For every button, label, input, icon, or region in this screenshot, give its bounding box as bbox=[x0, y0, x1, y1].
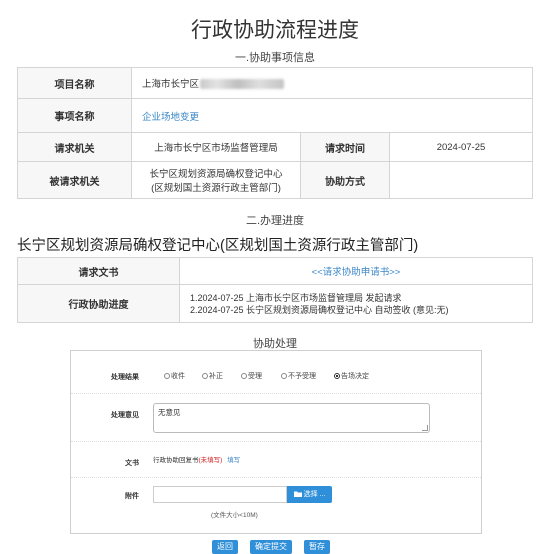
method-label: 协助方式 bbox=[300, 161, 390, 199]
doc-row: 文书 行政协助回复书(未填写) 填写 bbox=[71, 441, 481, 478]
doc-form-label: 文书 bbox=[125, 460, 139, 467]
radio-button[interactable] bbox=[202, 373, 208, 379]
handling-form: 处理结果 收件 补正 受理 不予受理 告场决定 处理意见 无意见 文书 行政协助… bbox=[70, 350, 482, 534]
radio-label: 收件 bbox=[171, 373, 185, 380]
result-label: 处理结果 bbox=[111, 374, 139, 381]
section-title-info: 一.协助事项信息 bbox=[234, 52, 316, 64]
radio-button-selected[interactable] bbox=[334, 373, 340, 379]
requester-label: 请求机关 bbox=[17, 132, 132, 162]
radio-option-2[interactable]: 补正 bbox=[202, 371, 223, 381]
opinion-text: 无意见 bbox=[158, 408, 181, 417]
method-value bbox=[389, 161, 533, 199]
radio-label: 受理 bbox=[248, 373, 262, 380]
attachment-select-label: 选择 ... bbox=[303, 491, 326, 498]
requester-value: 上海市长宁区市场监督管理局 bbox=[131, 132, 301, 162]
doc-fill-link[interactable]: 填写 bbox=[227, 457, 240, 464]
matter-value-link[interactable]: 企业场地变更 bbox=[131, 98, 533, 133]
radio-label: 不予受理 bbox=[288, 373, 316, 380]
radio-label: 告场决定 bbox=[341, 373, 369, 380]
attachment-input[interactable] bbox=[153, 486, 287, 503]
radio-option-3[interactable]: 受理 bbox=[241, 371, 262, 381]
project-text: 上海市长宁区 bbox=[142, 79, 200, 90]
progress-value: 1.2024-07-25 上海市长宁区市场监督管理局 发起请求 2.2024-0… bbox=[179, 284, 533, 323]
requested-value-line2: (区规划国土资源行政主管部门) bbox=[151, 183, 281, 194]
project-label: 项目名称 bbox=[17, 67, 132, 99]
radio-button[interactable] bbox=[164, 373, 170, 379]
confirm-submit-button[interactable]: 确定提交 bbox=[250, 540, 292, 554]
requested-value: 长宁区规划资源局确权登记中心 (区规划国土资源行政主管部门) bbox=[131, 161, 301, 199]
request-time-label: 请求时间 bbox=[300, 132, 390, 162]
attach-label: 附件 bbox=[125, 493, 139, 500]
radio-button[interactable] bbox=[281, 373, 287, 379]
progress-line-1: 1.2024-07-25 上海市长宁区市场监督管理局 发起请求 bbox=[190, 292, 402, 303]
project-value: 上海市长宁区 bbox=[131, 67, 533, 99]
opinion-textarea[interactable]: 无意见 bbox=[153, 403, 430, 433]
section-title-handling: 协助处理 bbox=[253, 338, 297, 350]
section-title-progress: 二.办理进度 bbox=[245, 215, 305, 227]
result-row: 处理结果 收件 补正 受理 不予受理 告场决定 bbox=[71, 351, 481, 394]
radio-option-5[interactable]: 告场决定 bbox=[334, 371, 369, 381]
save-draft-button[interactable]: 暂存 bbox=[304, 540, 330, 554]
requested-value-line1: 长宁区规划资源局确权登记中心 bbox=[149, 169, 283, 180]
doc-name: 行政协助回复书 bbox=[153, 457, 199, 464]
doc-unfilled-badge: (未填写) bbox=[198, 457, 223, 464]
radio-label: 补正 bbox=[209, 373, 223, 380]
matter-label: 事项名称 bbox=[17, 98, 132, 133]
doc-label: 请求文书 bbox=[17, 257, 180, 285]
department-heading: 长宁区规划资源局确权登记中心(区规划国土资源行政主管部门) bbox=[17, 238, 419, 254]
radio-option-4[interactable]: 不予受理 bbox=[281, 371, 316, 381]
back-button[interactable]: 返回 bbox=[212, 540, 238, 554]
request-time-value: 2024-07-25 bbox=[389, 132, 533, 162]
radio-button[interactable] bbox=[241, 373, 247, 379]
resize-grip-icon[interactable] bbox=[422, 425, 428, 431]
progress-line-2: 2.2024-07-25 长宁区规划资源局确权登记中心 自动签收 (意见:无) bbox=[190, 304, 449, 315]
folder-icon bbox=[293, 491, 302, 497]
doc-status: 行政协助回复书(未填写) 填写 bbox=[153, 454, 240, 464]
radio-option-1[interactable]: 收件 bbox=[164, 371, 185, 381]
attachment-hint: (文件大小<10M) bbox=[211, 512, 258, 519]
request-doc-link[interactable]: <<请求协助申请书>> bbox=[179, 257, 533, 285]
page-title: 行政协助流程进度 bbox=[191, 19, 359, 42]
progress-table: 请求文书 <<请求协助申请书>> 行政协助进度 1.2024-07-25 上海市… bbox=[17, 257, 533, 323]
progress-label: 行政协助进度 bbox=[17, 284, 180, 323]
requested-label: 被请求机关 bbox=[17, 161, 132, 199]
redacted-mask bbox=[200, 79, 285, 90]
opinion-label: 处理意见 bbox=[111, 412, 139, 419]
info-table: 项目名称 上海市长宁区 事项名称 企业场地变更 请求机关 上海市长宁区市场监督管… bbox=[17, 67, 533, 199]
attachment-select-button[interactable]: 选择 ... bbox=[287, 486, 332, 503]
